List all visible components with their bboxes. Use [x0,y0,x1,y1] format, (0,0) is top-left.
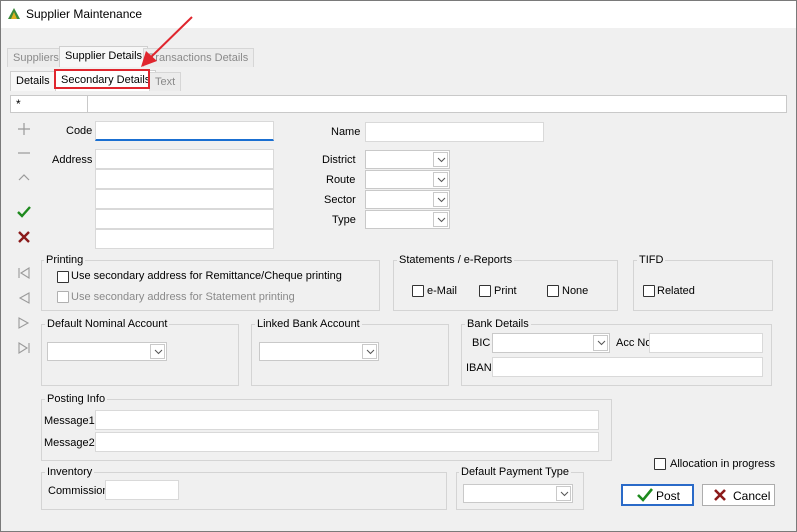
cancel-label: Cancel [733,489,771,503]
tab-details[interactable]: Details [10,71,56,91]
tab-label: Details [16,75,50,87]
commission-input[interactable] [105,480,179,500]
annotation-highlight-box [54,69,150,89]
commission-label: Commission [48,485,109,497]
address-line-3-input[interactable] [95,189,274,209]
related-label: Related [657,285,695,297]
name-input[interactable] [365,122,544,142]
message2-input[interactable] [95,432,599,452]
linked-bank-title: Linked Bank Account [255,318,362,330]
inventory-title: Inventory [45,466,95,478]
statement-address-checkbox[interactable] [57,291,69,303]
window-title: Supplier Maintenance [26,7,143,21]
print-checkbox[interactable] [479,285,491,297]
linked-bank-select[interactable] [259,342,379,361]
remove-icon[interactable] [17,146,31,160]
payment-type-title: Default Payment Type [459,466,572,478]
none-label: None [562,285,589,297]
chevron-down-icon[interactable] [593,335,608,351]
first-record-icon[interactable] [17,266,31,280]
nominal-account-title: Default Nominal Account [45,318,170,330]
payment-type-select[interactable] [463,484,573,503]
bic-select[interactable] [492,333,610,353]
bic-label: BIC [472,337,491,349]
supplier-maintenance-window: Supplier Maintenance Suppliers Supplier … [0,0,797,532]
next-record-icon[interactable] [17,316,31,330]
chevron-down-icon[interactable] [362,344,377,359]
tab-label: Supplier Details [65,50,143,62]
chevron-down-icon[interactable] [433,152,448,167]
confirm-check-icon[interactable] [17,205,31,219]
move-up-icon[interactable] [17,171,31,185]
tifd-title: TIFD [637,254,666,266]
address-line-4-input[interactable] [95,209,274,229]
email-checkbox[interactable] [412,285,424,297]
district-select[interactable] [365,150,450,169]
statement-address-label: Use secondary address for Statement prin… [71,291,295,303]
type-label: Type [332,214,356,226]
title-bar: Supplier Maintenance [1,1,796,28]
tab-label: Text [155,76,176,88]
chevron-down-icon[interactable] [433,192,448,207]
iban-label: IBAN [466,362,492,374]
code-label: Code [66,125,93,137]
address-line-1-input[interactable] [95,149,274,169]
code-input[interactable] [95,121,274,141]
sector-select[interactable] [365,190,450,209]
message2-label: Message2 [44,437,95,449]
chevron-down-icon[interactable] [433,172,448,187]
chevron-down-icon[interactable] [433,212,448,227]
cancel-cross-icon[interactable] [17,230,31,244]
address-line-2-input[interactable] [95,169,274,189]
nominal-account-select[interactable] [47,342,167,361]
bank-details-title: Bank Details [465,318,531,330]
remittance-address-label: Use secondary address for Remittance/Che… [71,270,342,282]
printing-title: Printing [44,254,86,266]
print-label: Print [494,285,517,297]
allocation-checkbox[interactable] [654,458,666,470]
tab-text[interactable]: Text [149,72,182,91]
none-checkbox[interactable] [547,285,559,297]
cancel-button[interactable]: Cancel [702,484,775,506]
remittance-address-checkbox[interactable] [57,271,69,283]
district-label: District [322,154,356,166]
chevron-down-icon[interactable] [556,486,571,501]
acc-no-label: Acc No [616,337,652,349]
message1-input[interactable] [95,410,599,430]
grid-first-cell: * [16,97,21,111]
previous-record-icon[interactable] [17,291,31,305]
app-icon [8,8,20,19]
grid-divider [87,96,88,112]
annotation-arrow-icon [141,16,193,67]
tab-suppliers[interactable]: Suppliers [7,48,65,67]
related-checkbox[interactable] [643,285,655,297]
email-label: e-Mail [427,285,457,297]
sector-label: Sector [324,194,356,206]
posting-info-title: Posting Info [45,393,108,405]
chevron-down-icon[interactable] [150,344,165,359]
allocation-label: Allocation in progress [670,458,776,470]
post-label: Post [656,489,681,503]
cross-icon [714,489,726,501]
acc-no-input[interactable] [649,333,763,353]
post-button[interactable]: Post [621,484,694,506]
last-record-icon[interactable] [17,341,31,355]
iban-input[interactable] [492,357,763,377]
route-select[interactable] [365,170,450,189]
check-icon [637,488,653,502]
type-select[interactable] [365,210,450,229]
message1-label: Message1 [44,415,95,427]
record-navigator-row[interactable]: * [10,95,787,113]
route-label: Route [326,174,356,186]
address-label: Address [52,154,93,166]
name-label: Name [331,126,361,138]
tab-supplier-details[interactable]: Supplier Details [59,46,149,67]
printing-group [41,260,380,311]
tab-label: Suppliers [13,52,59,64]
add-icon[interactable] [17,122,31,136]
statements-title: Statements / e-Reports [397,254,515,266]
address-line-5-input[interactable] [95,229,274,249]
